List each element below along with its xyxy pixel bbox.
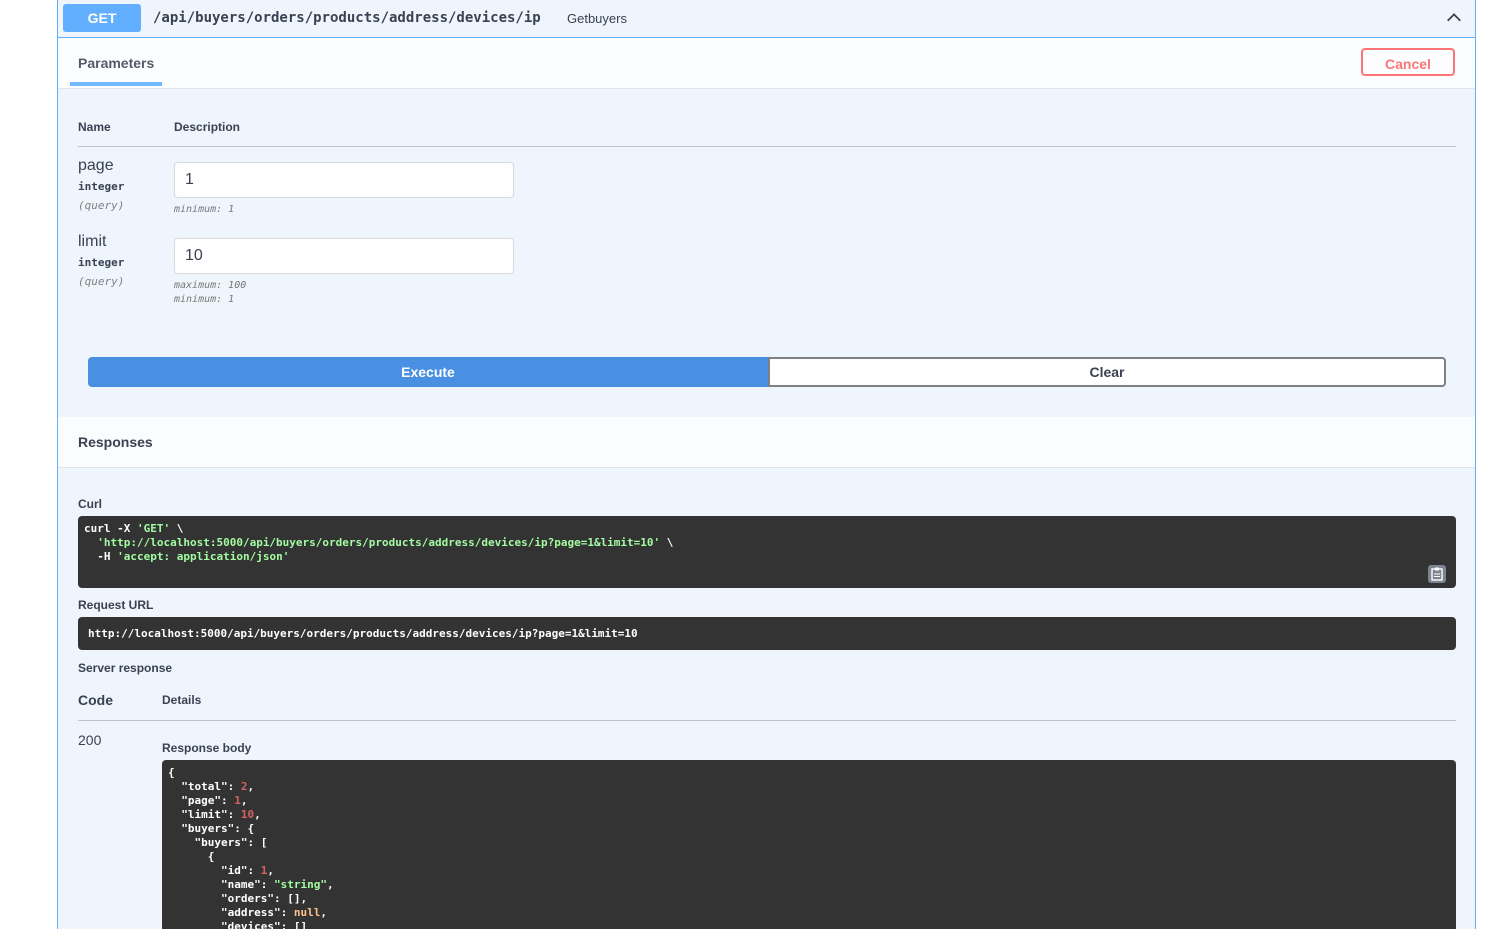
curl-code-block: curl -X 'GET' \ 'http://localhost:5000/a… (78, 516, 1456, 588)
json-key: "id": (168, 864, 261, 877)
param-type-limit: integer (78, 256, 125, 269)
tab-parameters[interactable]: Parameters (78, 55, 154, 71)
json-number: 10 (240, 808, 255, 821)
json-number: 2 (240, 780, 248, 793)
execute-button[interactable]: Execute (88, 357, 768, 387)
details-column-header: Details (162, 693, 202, 707)
operation-summary[interactable]: GET /api/buyers/orders/products/address/… (58, 0, 1475, 38)
json-key: "name": (168, 878, 274, 891)
status-code: 200 (78, 732, 102, 748)
operation-description: Getbuyers (567, 11, 627, 26)
json-key: "devices": [] (168, 920, 308, 929)
curl-text: -H (84, 550, 118, 563)
request-url-block: http://localhost:5000/api/buyers/orders/… (78, 617, 1456, 650)
description-column-header: Description (174, 120, 241, 134)
param-name-limit: limit (78, 233, 107, 250)
json-key: "address": (168, 906, 294, 919)
limit-input[interactable] (174, 238, 514, 274)
param-name-page: page (78, 157, 114, 174)
header-divider (78, 146, 1456, 147)
curl-text: curl -X (84, 522, 137, 535)
responses-header: Responses (58, 417, 1475, 468)
json-text: { (168, 766, 175, 779)
param-constraint: minimum: 1 (174, 294, 235, 305)
json-number: 1 (260, 864, 268, 877)
page-input[interactable] (174, 162, 514, 198)
json-key: "total": (168, 780, 241, 793)
json-key: "page": (168, 794, 235, 807)
curl-header: 'accept: application/json' (117, 550, 290, 563)
server-response-label: Server response (78, 661, 173, 675)
tab-active-indicator (70, 82, 162, 86)
copy-to-clipboard-icon[interactable] (1428, 565, 1446, 583)
response-divider (78, 720, 1456, 721)
param-constraint: maximum: 100 (174, 280, 247, 291)
request-url-text: http://localhost:5000/api/buyers/orders/… (88, 627, 638, 640)
operation-path: /api/buyers/orders/products/address/devi… (153, 10, 541, 26)
name-column-header: Name (78, 120, 111, 134)
operation-block: GET /api/buyers/orders/products/address/… (57, 0, 1476, 929)
curl-url: 'http://localhost:5000/api/buyers/orders… (97, 536, 661, 549)
json-key: "orders": [], (168, 892, 308, 905)
param-location-page: (query) (78, 199, 125, 212)
clear-button[interactable]: Clear (768, 357, 1446, 387)
responses-title: Responses (78, 434, 153, 450)
chevron-up-icon[interactable] (1445, 9, 1463, 27)
request-url-label: Request URL (78, 598, 154, 612)
param-location-limit: (query) (78, 275, 125, 288)
code-column-header: Code (78, 692, 113, 708)
json-key: "buyers": [ (168, 836, 268, 849)
cancel-button[interactable]: Cancel (1361, 48, 1455, 76)
curl-method: 'GET' (136, 522, 171, 535)
curl-text: \ (170, 522, 184, 535)
json-key: "buyers": { (168, 822, 255, 835)
curl-label: Curl (78, 497, 102, 511)
json-number: 1 (234, 794, 241, 807)
param-constraint: minimum: 1 (174, 204, 235, 215)
method-badge: GET (63, 4, 141, 32)
tab-header: Parameters Cancel (58, 38, 1475, 89)
param-type-page: integer (78, 180, 125, 193)
json-string: "string" (273, 878, 327, 891)
curl-text: \ (660, 536, 674, 549)
response-body-block: { "total": 2, "page": 1, "limit": 10, "b… (162, 760, 1456, 929)
json-text: { (168, 850, 215, 863)
json-null: null (293, 906, 321, 919)
json-key: "limit": (168, 808, 241, 821)
response-body-label: Response body (162, 741, 252, 755)
